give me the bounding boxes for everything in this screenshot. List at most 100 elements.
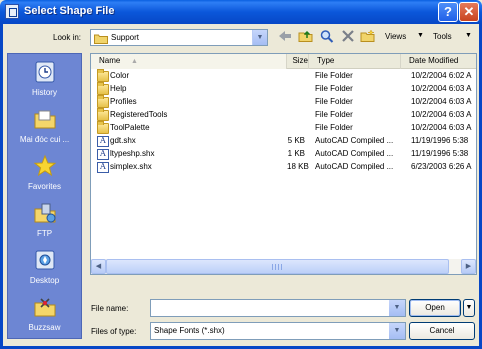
search-web-icon[interactable] bbox=[318, 29, 336, 45]
file-name: RegisteredTools bbox=[110, 110, 168, 119]
place-desktop[interactable]: Desktop bbox=[8, 244, 81, 292]
file-type: AutoCAD Compiled ... bbox=[315, 136, 394, 145]
file-row[interactable]: simplex.shx 18 KB AutoCAD Compiled ... 6… bbox=[91, 161, 476, 174]
file-type: File Folder bbox=[315, 97, 353, 106]
file-type: File Folder bbox=[315, 110, 353, 119]
file-type: File Folder bbox=[315, 71, 353, 80]
delete-icon[interactable] bbox=[339, 29, 357, 45]
up-folder-icon[interactable] bbox=[297, 29, 315, 45]
folder-icon bbox=[97, 121, 109, 134]
file-date: 10/2/2004 6:02 A bbox=[411, 71, 472, 80]
scrollbar-thumb[interactable] bbox=[106, 259, 449, 274]
window-title: Select Shape File bbox=[24, 5, 115, 17]
place-label: Buzzsaw bbox=[28, 323, 61, 332]
file-type: AutoCAD Compiled ... bbox=[315, 162, 394, 171]
views-menu[interactable]: Views bbox=[385, 32, 406, 41]
title-bar: Select Shape File ? ✕ bbox=[0, 0, 482, 24]
shape-file-icon bbox=[97, 162, 109, 173]
shape-file-icon bbox=[97, 136, 109, 147]
look-in-label: Look in: bbox=[53, 33, 82, 42]
chevron-down-icon[interactable]: ▼ bbox=[252, 30, 267, 45]
place-favorites[interactable]: Favorites bbox=[8, 150, 81, 198]
file-name: Help bbox=[110, 84, 127, 93]
file-date: 10/2/2004 6:03 A bbox=[411, 84, 472, 93]
my-documents-icon bbox=[34, 110, 56, 129]
file-row[interactable]: Help File Folder 10/2/2004 6:03 A bbox=[91, 82, 476, 96]
look-in-value: Support bbox=[111, 33, 140, 42]
file-date: 10/2/2004 6:03 A bbox=[411, 110, 472, 119]
help-button[interactable]: ? bbox=[438, 2, 458, 22]
back-icon[interactable] bbox=[276, 29, 294, 45]
horizontal-scrollbar[interactable]: ◀ ▶ bbox=[91, 259, 476, 274]
tools-menu[interactable]: Tools bbox=[433, 32, 452, 41]
column-header-size[interactable]: Size bbox=[287, 54, 309, 69]
file-type: File Folder bbox=[315, 123, 353, 132]
file-size: 18 KB bbox=[287, 162, 309, 171]
file-row[interactable]: ltypeshp.shx 1 KB AutoCAD Compiled ... 1… bbox=[91, 148, 476, 161]
file-date: 10/2/2004 6:03 A bbox=[411, 97, 472, 106]
file-type: File Folder bbox=[315, 84, 353, 93]
file-name-input[interactable]: ▼ bbox=[150, 299, 406, 317]
column-name-label: Name bbox=[99, 56, 121, 65]
place-buzzsaw[interactable]: Buzzsaw bbox=[8, 291, 81, 339]
file-list[interactable]: Name ▲ Size Type Date Modified Color Fil… bbox=[90, 53, 477, 275]
file-name: gdt.shx bbox=[110, 136, 136, 145]
chevron-down-icon[interactable]: ▼ bbox=[389, 323, 405, 339]
file-size: 1 KB bbox=[287, 149, 305, 158]
scrollbar-grip bbox=[272, 264, 282, 270]
open-button[interactable]: Open bbox=[409, 299, 461, 317]
ftp-icon bbox=[34, 203, 56, 223]
column-header-date-modified[interactable]: Date Modified bbox=[401, 54, 476, 69]
file-row[interactable]: ToolPalette File Folder 10/2/2004 6:03 A bbox=[91, 121, 476, 135]
column-headers: Name ▲ Size Type Date Modified bbox=[91, 54, 476, 69]
place-my-documents[interactable]: Mai đóc cui ... bbox=[8, 103, 81, 151]
window-frame-left bbox=[0, 24, 3, 349]
place-ftp[interactable]: FTP bbox=[8, 197, 81, 245]
file-row[interactable]: RegisteredTools File Folder 10/2/2004 6:… bbox=[91, 108, 476, 122]
file-name: simplex.shx bbox=[110, 162, 152, 171]
folder-icon bbox=[97, 108, 109, 121]
look-in-dropdown[interactable]: Support ▼ bbox=[90, 29, 268, 46]
file-row[interactable]: Profiles File Folder 10/2/2004 6:03 A bbox=[91, 95, 476, 109]
file-name: ToolPalette bbox=[110, 123, 150, 132]
file-type: AutoCAD Compiled ... bbox=[315, 149, 394, 158]
file-type-value: Shape Fonts (*.shx) bbox=[154, 326, 225, 335]
file-date: 6/23/2003 6:26 A bbox=[411, 162, 472, 171]
views-label: Views bbox=[385, 32, 407, 41]
history-icon bbox=[35, 61, 55, 83]
file-date: 10/2/2004 6:03 A bbox=[411, 123, 472, 132]
shape-file-icon bbox=[97, 149, 109, 160]
column-header-name[interactable]: Name ▲ bbox=[91, 54, 287, 69]
file-type-label: Files of type: bbox=[91, 327, 137, 336]
file-name: ltypeshp.shx bbox=[110, 149, 155, 158]
buzzsaw-icon bbox=[34, 298, 56, 317]
close-button[interactable]: ✕ bbox=[459, 2, 479, 22]
file-name: Profiles bbox=[110, 97, 137, 106]
chevron-down-icon[interactable]: ▼ bbox=[417, 32, 424, 39]
cancel-button[interactable]: Cancel bbox=[409, 322, 475, 340]
file-date: 11/19/1996 5:38 bbox=[411, 136, 469, 145]
file-name: Color bbox=[110, 71, 130, 80]
place-label: Mai đóc cui ... bbox=[19, 135, 70, 144]
file-type-dropdown[interactable]: Shape Fonts (*.shx) ▼ bbox=[150, 322, 406, 340]
place-label: Favorites bbox=[28, 182, 61, 191]
scroll-right-icon[interactable]: ▶ bbox=[461, 259, 476, 274]
favorites-icon bbox=[33, 154, 57, 177]
file-row[interactable]: Color File Folder 10/2/2004 6:02 A bbox=[91, 69, 476, 83]
folder-icon bbox=[94, 34, 108, 44]
place-label: History bbox=[32, 88, 57, 97]
place-history[interactable]: History bbox=[8, 56, 81, 104]
app-icon bbox=[5, 4, 19, 19]
sort-ascending-icon: ▲ bbox=[131, 58, 138, 65]
open-options-button[interactable]: ▼ bbox=[463, 299, 475, 317]
chevron-down-icon[interactable]: ▼ bbox=[465, 32, 472, 39]
folder-icon bbox=[97, 95, 109, 108]
new-folder-icon[interactable] bbox=[359, 29, 377, 45]
column-header-type[interactable]: Type bbox=[309, 54, 401, 69]
file-row[interactable]: gdt.shx 5 KB AutoCAD Compiled ... 11/19/… bbox=[91, 135, 476, 148]
chevron-down-icon[interactable]: ▼ bbox=[389, 300, 405, 316]
place-label: Desktop bbox=[29, 276, 60, 285]
file-size: 5 KB bbox=[287, 136, 305, 145]
places-bar: History Mai đóc cui ... Favorites FTP De… bbox=[7, 53, 82, 339]
scroll-left-icon[interactable]: ◀ bbox=[91, 259, 106, 274]
